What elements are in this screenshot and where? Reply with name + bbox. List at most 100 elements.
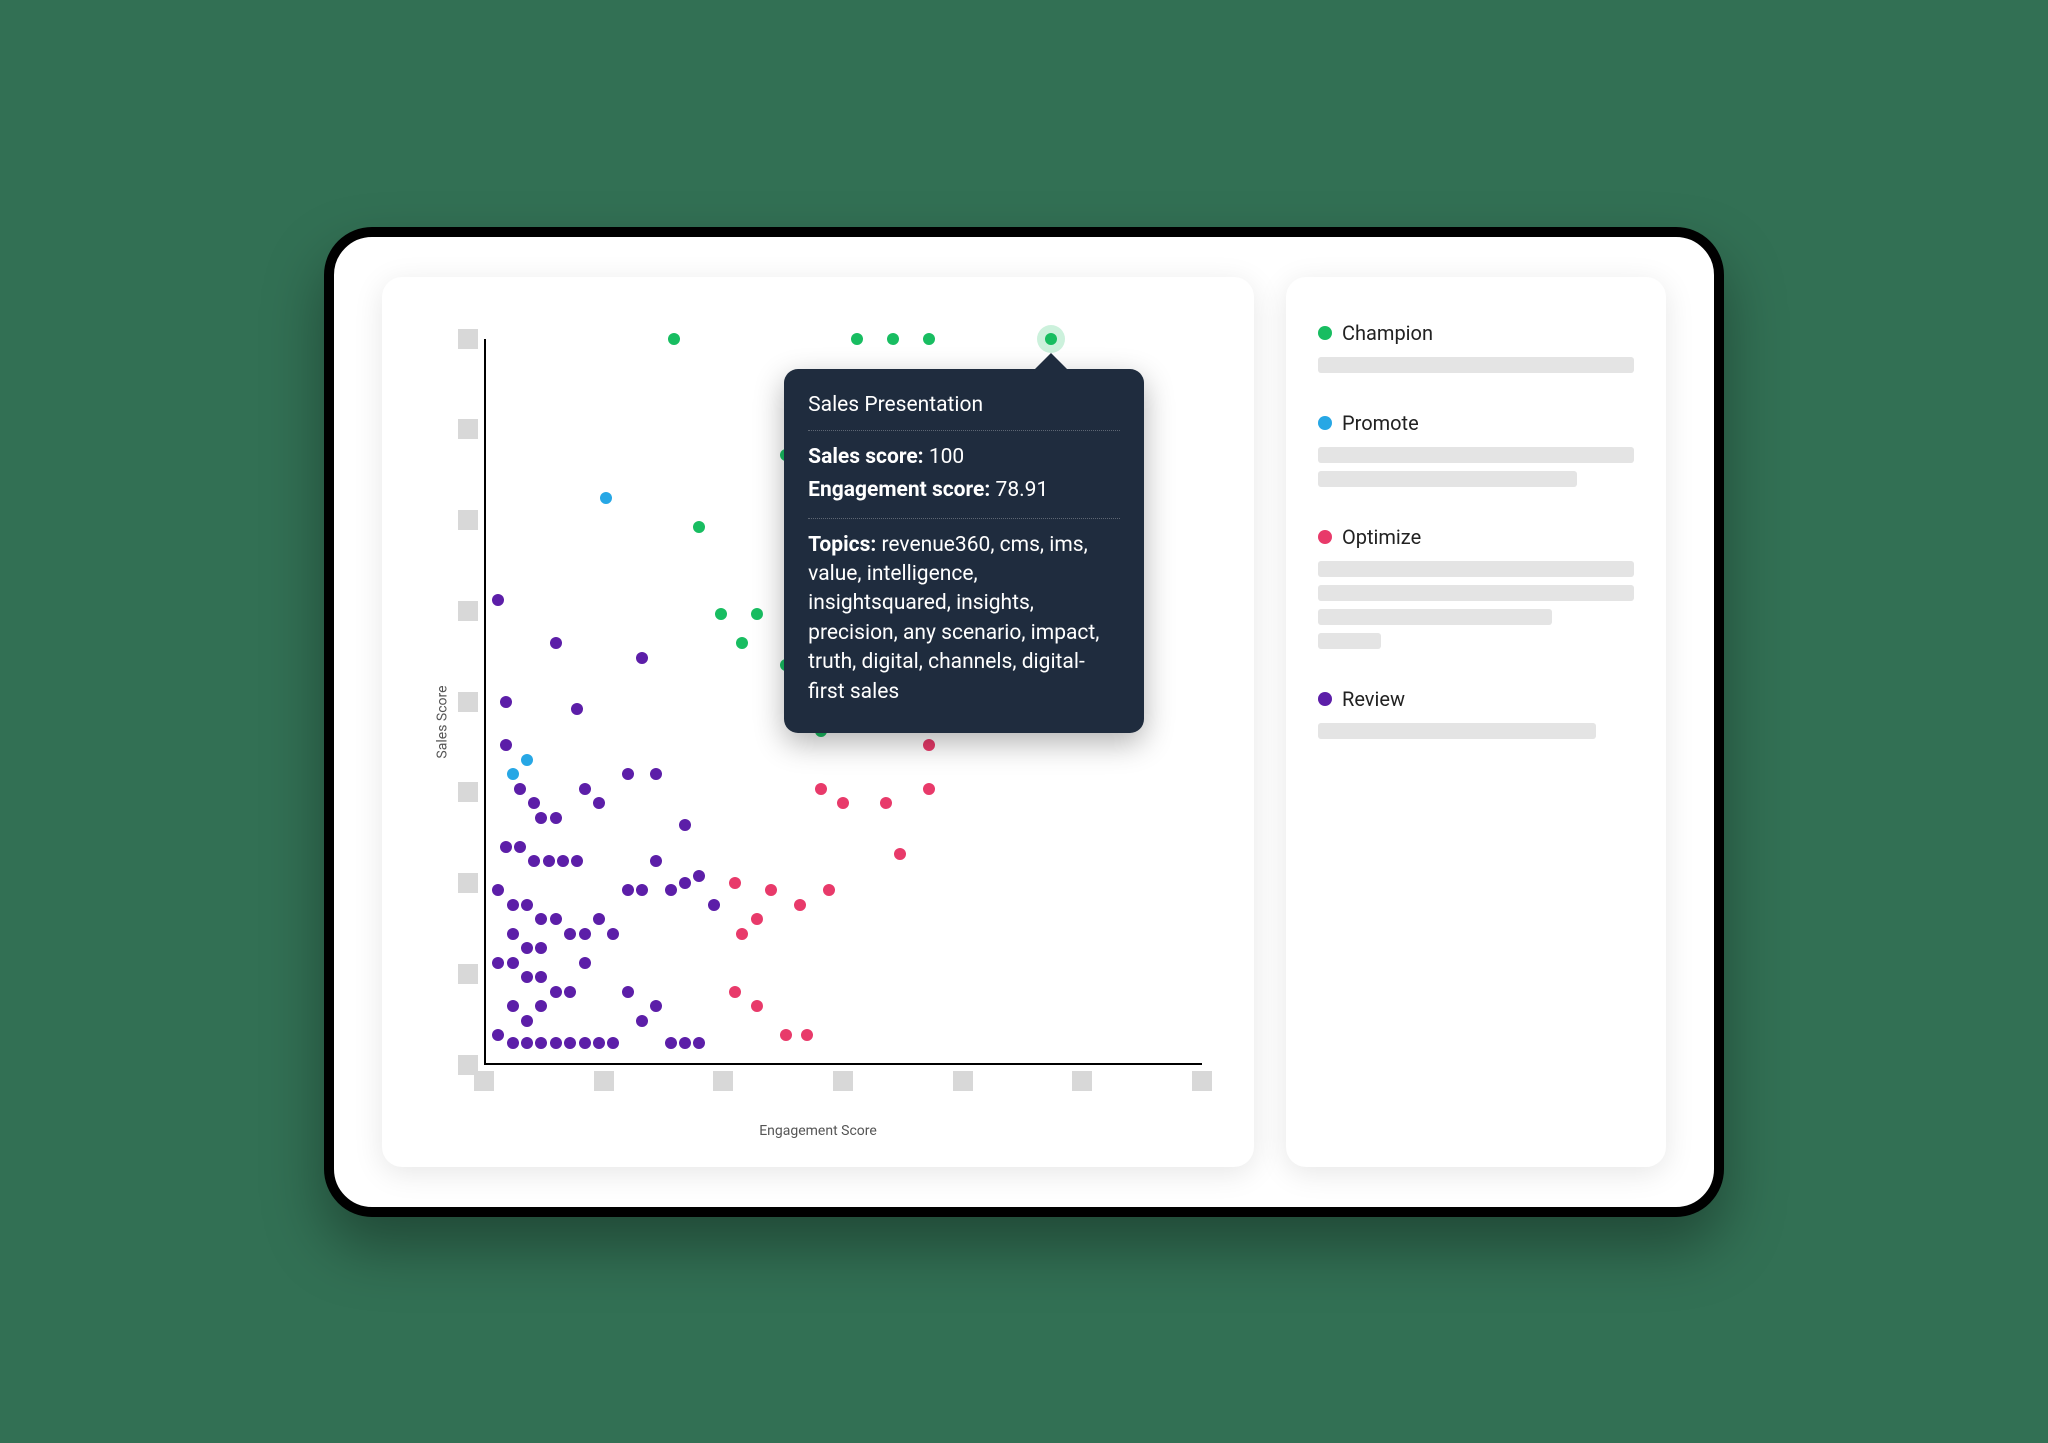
data-point[interactable] [715,608,727,620]
legend-item[interactable]: Promote [1318,411,1634,495]
data-point[interactable] [500,841,512,853]
data-point[interactable] [564,1037,576,1049]
data-point[interactable] [593,913,605,925]
data-point[interactable] [492,957,504,969]
data-point[interactable] [780,1029,792,1041]
data-point[interactable] [550,986,562,998]
data-point[interactable] [564,986,576,998]
data-point[interactable] [887,333,899,345]
data-point[interactable] [751,608,763,620]
data-point[interactable] [550,812,562,824]
data-point[interactable] [729,986,741,998]
data-point[interactable] [693,1037,705,1049]
data-point[interactable] [535,1000,547,1012]
data-point[interactable] [492,884,504,896]
data-point[interactable] [650,1000,662,1012]
data-point[interactable] [593,797,605,809]
data-point[interactable] [708,899,720,911]
data-point[interactable] [514,841,526,853]
data-point[interactable] [894,848,906,860]
data-point[interactable] [521,942,533,954]
data-point[interactable] [751,913,763,925]
data-point[interactable] [923,333,935,345]
legend-item[interactable]: Champion [1318,321,1634,381]
data-point[interactable] [550,637,562,649]
data-point[interactable] [679,1037,691,1049]
data-point[interactable] [765,884,777,896]
data-point[interactable] [794,899,806,911]
data-point[interactable] [535,1037,547,1049]
legend-item[interactable]: Review [1318,687,1634,747]
x-tick [833,1071,853,1091]
data-point[interactable] [521,754,533,766]
data-point[interactable] [679,877,691,889]
data-point[interactable] [636,652,648,664]
data-point[interactable] [579,783,591,795]
data-point[interactable] [500,739,512,751]
data-point[interactable] [650,768,662,780]
data-point[interactable] [622,768,634,780]
data-point[interactable] [500,696,512,708]
data-point[interactable] [571,703,583,715]
data-point[interactable] [521,899,533,911]
data-point[interactable] [607,1037,619,1049]
data-point[interactable] [521,1037,533,1049]
data-point[interactable] [535,971,547,983]
data-point[interactable] [851,333,863,345]
data-point[interactable] [579,928,591,940]
data-point[interactable] [622,986,634,998]
data-point[interactable] [693,521,705,533]
data-point[interactable] [815,783,827,795]
data-point[interactable] [665,884,677,896]
data-point[interactable] [579,1037,591,1049]
data-point[interactable] [507,899,519,911]
data-point[interactable] [600,492,612,504]
data-point[interactable] [801,1029,813,1041]
data-point[interactable] [528,855,540,867]
data-point[interactable] [557,855,569,867]
data-point[interactable] [492,594,504,606]
legend-item[interactable]: Optimize [1318,525,1634,657]
data-point[interactable] [507,928,519,940]
data-point[interactable] [579,957,591,969]
data-point[interactable] [923,739,935,751]
data-point[interactable] [1045,333,1057,345]
data-point[interactable] [736,637,748,649]
data-point[interactable] [923,783,935,795]
data-point[interactable] [507,957,519,969]
data-point[interactable] [521,1015,533,1027]
data-point[interactable] [636,1015,648,1027]
data-point[interactable] [650,855,662,867]
data-point[interactable] [535,812,547,824]
data-point[interactable] [837,797,849,809]
data-point[interactable] [880,797,892,809]
data-point[interactable] [550,913,562,925]
data-point[interactable] [507,1037,519,1049]
data-point[interactable] [564,928,576,940]
data-point[interactable] [593,1037,605,1049]
data-point[interactable] [729,877,741,889]
data-point[interactable] [543,855,555,867]
data-point[interactable] [550,1037,562,1049]
data-point[interactable] [693,870,705,882]
data-point[interactable] [751,1000,763,1012]
data-point[interactable] [665,1037,677,1049]
data-point[interactable] [521,971,533,983]
data-point[interactable] [528,797,540,809]
data-point[interactable] [668,333,680,345]
data-point[interactable] [679,819,691,831]
data-point[interactable] [492,1029,504,1041]
skeleton-line [1318,609,1552,625]
data-point[interactable] [823,884,835,896]
data-point[interactable] [607,928,619,940]
data-point[interactable] [514,783,526,795]
data-point[interactable] [507,768,519,780]
data-point[interactable] [636,884,648,896]
y-tick [458,329,478,349]
data-point[interactable] [736,928,748,940]
data-point[interactable] [507,1000,519,1012]
data-point[interactable] [571,855,583,867]
data-point[interactable] [535,913,547,925]
data-point[interactable] [535,942,547,954]
data-point[interactable] [622,884,634,896]
